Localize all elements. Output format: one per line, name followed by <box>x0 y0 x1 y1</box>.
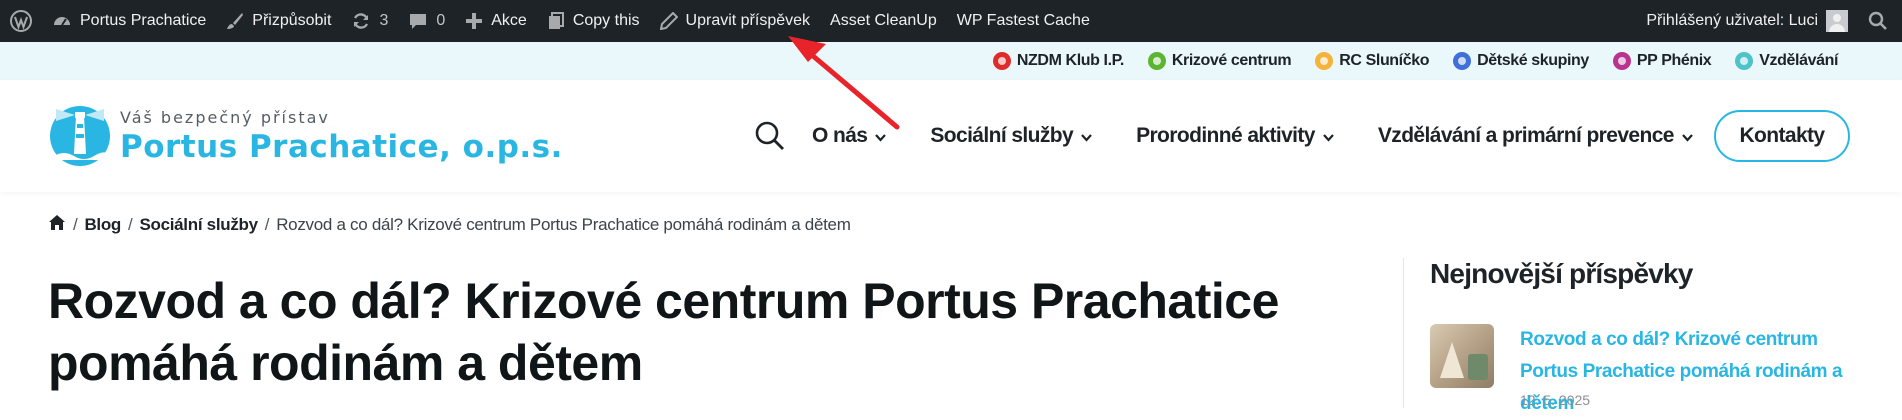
latest-post-thumbnail[interactable] <box>1430 324 1494 388</box>
avatar <box>1826 10 1848 32</box>
site-title: Portus Prachatice, o.p.s. <box>120 128 563 165</box>
nav-item-o-nas[interactable]: O nás <box>812 124 887 148</box>
nav-item-label: Vzdělávání a primární prevence <box>1377 124 1675 147</box>
program-label: PP Phénix <box>1636 52 1712 69</box>
copy-icon <box>547 12 565 30</box>
updates-menu[interactable]: 3 <box>341 0 398 42</box>
chevron-down-icon <box>1682 124 1693 148</box>
search-icon <box>1868 11 1888 31</box>
wp-fastest-cache-label: WP Fastest Cache <box>956 12 1090 29</box>
program-label: Vzdělávání <box>1759 52 1838 69</box>
logo-text: Váš bezpečný přístav Portus Prachatice, … <box>120 108 563 165</box>
home-icon <box>49 215 65 230</box>
sidebar-latest-posts-title: Nejnovější příspěvky <box>1430 258 1693 289</box>
wordpress-icon <box>10 10 32 32</box>
site-header: Váš bezpečný přístav Portus Prachatice, … <box>0 80 1902 192</box>
program-label: Krizové centrum <box>1171 52 1292 69</box>
nav-item-label: Prorodinné aktivity <box>1136 124 1315 147</box>
breadcrumb-separator: / <box>73 215 78 234</box>
programs-strip: NZDM Klub I.P. Krizové centrum RC Sluníč… <box>0 42 1902 80</box>
edit-post-label: Upravit příspěvek <box>685 12 811 29</box>
comment-icon <box>408 11 428 31</box>
latest-post-date: 12. 5. 2025 <box>1520 392 1591 408</box>
updates-icon <box>351 11 371 31</box>
breadcrumb-separator: / <box>264 215 270 234</box>
nzdm-icon <box>992 52 1011 70</box>
program-link-pp-phenix[interactable]: PP Phénix <box>1612 52 1712 70</box>
sun-icon <box>1315 52 1334 70</box>
program-label: NZDM Klub I.P. <box>1016 52 1124 69</box>
nav-item-label: Sociální služby <box>930 124 1074 147</box>
comments-menu[interactable]: 0 <box>398 0 455 42</box>
latest-post-item: Rozvod a co dál? Krizové centrum Portus … <box>1430 324 1860 420</box>
programs-list: NZDM Klub I.P. Krizové centrum RC Sluníč… <box>969 42 1838 80</box>
user-greeting: Přihlášený uživatel: Luci <box>1646 12 1818 29</box>
asset-cleanup-label: Asset CleanUp <box>830 12 937 29</box>
contact-button[interactable]: Kontakty <box>1714 110 1850 162</box>
program-link-vzdelavani[interactable]: Vzdělávání <box>1735 52 1838 70</box>
krizove-centrum-icon <box>1147 52 1166 70</box>
updates-count: 3 <box>379 12 389 29</box>
wp-fastest-cache-menu[interactable]: WP Fastest Cache <box>947 0 1100 42</box>
nav-item-vzdelavani[interactable]: Vzdělávání a primární prevence <box>1378 124 1693 148</box>
new-content-label: Akce <box>491 12 527 29</box>
nav-item-socialni-sluzby[interactable]: Sociální služby <box>930 124 1092 148</box>
copy-this-menu[interactable]: Copy this <box>537 0 650 42</box>
customize-menu[interactable]: Přizpůsobit <box>216 0 341 42</box>
vzdelavani-icon <box>1735 52 1754 70</box>
site-logo-link[interactable]: Váš bezpečný přístav Portus Prachatice, … <box>48 104 563 168</box>
admin-bar: Portus Prachatice Přizpůsobit 3 0 Akce C… <box>0 0 1902 42</box>
breadcrumb-current: Rozvod a co dál? Krizové centrum Portus … <box>276 215 851 234</box>
main-navigation: O nás Sociální služby Prorodinné aktivit… <box>812 80 1737 192</box>
nav-item-label: O nás <box>812 124 868 147</box>
program-link-detske-skupiny[interactable]: Dětské skupiny <box>1453 52 1589 70</box>
chevron-down-icon <box>1323 124 1334 148</box>
brush-icon <box>226 12 244 30</box>
my-account-menu[interactable]: Přihlášený uživatel: Luci <box>1636 0 1858 42</box>
chevron-down-icon <box>1081 124 1092 148</box>
site-name-label: Portus Prachatice <box>80 12 207 29</box>
adminbar-search-button[interactable] <box>1858 0 1902 42</box>
breadcrumb: / Blog / Sociální služby / Rozvod a co d… <box>48 214 851 236</box>
program-link-krizove-centrum[interactable]: Krizové centrum <box>1147 52 1292 70</box>
program-link-nzdm[interactable]: NZDM Klub I.P. <box>992 52 1124 70</box>
lighthouse-logo-icon <box>48 104 112 168</box>
comments-count: 0 <box>436 12 446 29</box>
post-title: Rozvod a co dál? Krizové centrum Portus … <box>48 273 1279 391</box>
nav-item-prorodinne-aktivity[interactable]: Prorodinné aktivity <box>1136 124 1334 148</box>
detske-skupiny-icon <box>1453 52 1472 70</box>
edit-post-menu[interactable]: Upravit příspěvek <box>650 0 821 42</box>
dashboard-icon <box>52 11 72 31</box>
customize-label: Přizpůsobit <box>252 12 332 29</box>
program-link-rc-slunicko[interactable]: RC Sluníčko <box>1315 52 1430 70</box>
program-label: Dětské skupiny <box>1477 52 1589 69</box>
breadcrumb-home-link[interactable] <box>48 214 66 236</box>
search-icon <box>755 121 784 150</box>
pencil-icon <box>659 12 678 30</box>
breadcrumb-category-link[interactable]: Sociální služby <box>139 215 258 235</box>
site-name-menu[interactable]: Portus Prachatice <box>42 0 216 42</box>
chevron-down-icon <box>875 124 887 148</box>
breadcrumb-blog-link[interactable]: Blog <box>84 215 121 235</box>
asset-cleanup-menu[interactable]: Asset CleanUp <box>820 0 947 42</box>
site-tagline: Váš bezpečný přístav <box>120 107 330 127</box>
sidebar-divider <box>1403 258 1404 408</box>
copy-this-label: Copy this <box>572 12 640 29</box>
wp-logo-menu[interactable] <box>0 0 42 42</box>
phenix-icon <box>1612 52 1631 70</box>
program-label: RC Sluníčko <box>1339 52 1430 69</box>
breadcrumb-separator: / <box>128 215 133 234</box>
plus-icon <box>465 12 483 30</box>
new-content-menu[interactable]: Akce <box>455 0 537 42</box>
header-search-button[interactable] <box>754 120 786 157</box>
